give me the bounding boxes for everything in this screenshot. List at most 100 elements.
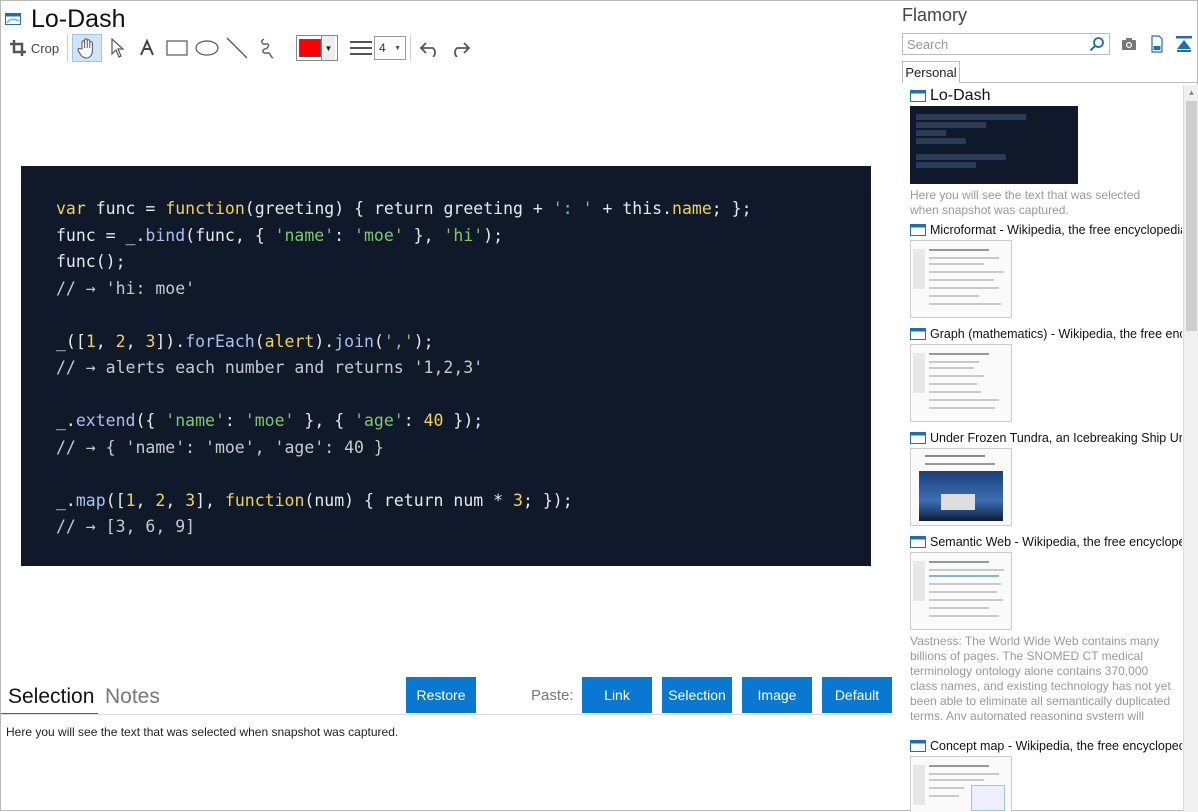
line-width-value: 4 bbox=[379, 41, 386, 55]
item-description: Vastness: The World Wide Web contains ma… bbox=[910, 634, 1171, 720]
item-header: Semantic Web - Wikipedia, the free encyc… bbox=[910, 534, 1182, 550]
code-token: 'moe' bbox=[244, 411, 295, 430]
code-line: // → [3, 6, 9] bbox=[56, 514, 871, 541]
list-item[interactable]: Microformat - Wikipedia, the free encycl… bbox=[910, 222, 1182, 318]
tab-notes[interactable]: Notes bbox=[105, 685, 160, 709]
code-token: (func, { bbox=[185, 225, 275, 245]
line-width-select[interactable]: 4 ▼ bbox=[374, 36, 406, 60]
code-token: func(); bbox=[56, 252, 126, 271]
code-token: 'age' bbox=[354, 411, 404, 430]
select-tool-button[interactable] bbox=[102, 34, 132, 62]
paste-image-button[interactable]: Image bbox=[742, 677, 812, 713]
selected-text-content[interactable]: Here you will see the text that was sele… bbox=[6, 725, 398, 739]
code-line: func(); bbox=[56, 249, 871, 276]
scroll-thumb[interactable] bbox=[1186, 101, 1197, 331]
list-item[interactable]: Semantic Web - Wikipedia, the free encyc… bbox=[910, 534, 1182, 720]
snapshot-icon bbox=[910, 432, 926, 444]
rectangle-icon bbox=[166, 40, 188, 56]
code-token: ( bbox=[373, 331, 384, 351]
snapshot-list: Lo-Dash Here you will see the text that … bbox=[898, 85, 1183, 812]
search-input[interactable]: Search bbox=[902, 33, 1110, 55]
sidebar-title: Flamory bbox=[902, 5, 968, 25]
undo-icon bbox=[419, 42, 436, 57]
rectangle-tool-button[interactable] bbox=[162, 34, 192, 62]
item-title: Microformat - Wikipedia, the free encycl… bbox=[930, 223, 1182, 237]
code-line: _([1, 2, 3]).forEach(alert).join(','); bbox=[56, 329, 871, 356]
code-token: var bbox=[56, 199, 96, 218]
code-token: 'hi' bbox=[443, 225, 484, 245]
sidebar-scrollbar[interactable]: ▲ bbox=[1183, 85, 1198, 812]
line-width-icon bbox=[350, 41, 372, 55]
code-token: 3 bbox=[185, 490, 196, 510]
code-token: ([ bbox=[105, 490, 126, 510]
code-token: 'moe' bbox=[354, 225, 404, 245]
code-token: 3 bbox=[513, 490, 523, 510]
code-token: , bbox=[95, 331, 116, 351]
divider bbox=[960, 82, 1198, 83]
ellipse-tool-button[interactable] bbox=[192, 34, 222, 62]
scroll-up-icon[interactable]: ▲ bbox=[1184, 85, 1198, 100]
document-icon[interactable] bbox=[1148, 35, 1166, 53]
freehand-tool-button[interactable] bbox=[252, 34, 282, 62]
code-line: // → alerts each number and returns '1,2… bbox=[56, 355, 871, 382]
code-token: = bbox=[135, 199, 166, 218]
tab-personal[interactable]: Personal bbox=[902, 61, 960, 83]
code-token: // → alerts each number and returns '1,2… bbox=[56, 358, 484, 377]
redo-button[interactable] bbox=[445, 34, 475, 62]
toolbar-divider bbox=[410, 35, 411, 61]
code-token: ); bbox=[413, 331, 434, 351]
text-tool-button[interactable] bbox=[132, 34, 162, 62]
code-token: return bbox=[373, 199, 434, 218]
restore-button[interactable]: Restore bbox=[406, 677, 476, 713]
code-token: name bbox=[672, 199, 712, 218]
code-token: 'name' bbox=[274, 225, 335, 245]
redo-icon bbox=[454, 42, 471, 57]
search-icon[interactable] bbox=[1089, 36, 1105, 52]
annotation-toolbar: Crop ▼ 4 ▼ bbox=[5, 34, 475, 62]
snapshot-icon bbox=[910, 740, 926, 752]
camera-icon[interactable] bbox=[1120, 35, 1138, 53]
code-token: : bbox=[224, 411, 245, 430]
hand-tool-button[interactable] bbox=[72, 34, 102, 62]
color-picker[interactable]: ▼ bbox=[296, 35, 338, 61]
list-item[interactable]: Concept map - Wikipedia, the free encycl… bbox=[910, 738, 1182, 812]
code-token: }, bbox=[403, 225, 444, 245]
code-token: _. bbox=[56, 490, 76, 510]
list-item[interactable]: Lo-Dash Here you will see the text that … bbox=[910, 87, 1182, 218]
collapse-icon[interactable] bbox=[1175, 35, 1193, 53]
code-token: func = _. bbox=[56, 225, 146, 245]
item-title: Under Frozen Tundra, an Icebreaking Ship… bbox=[930, 431, 1182, 445]
code-line: func = _.bind(func, { 'name': 'moe' }, '… bbox=[56, 223, 871, 250]
code-token: bind bbox=[145, 225, 186, 245]
code-token: function bbox=[165, 199, 245, 218]
code-token: 2 bbox=[155, 490, 166, 510]
paste-link-button[interactable]: Link bbox=[582, 677, 652, 713]
line-width-button[interactable] bbox=[348, 34, 374, 62]
code-token: ': ' bbox=[552, 199, 593, 218]
code-token: : bbox=[403, 411, 424, 430]
undo-button[interactable] bbox=[415, 34, 445, 62]
item-thumbnail bbox=[910, 106, 1078, 184]
paste-default-button[interactable]: Default bbox=[822, 677, 892, 713]
tab-selection[interactable]: Selection bbox=[8, 685, 94, 709]
code-token: // → [3, 6, 9] bbox=[56, 517, 196, 536]
code-snapshot: var func = function(greeting) { return g… bbox=[21, 166, 871, 566]
line-tool-button[interactable] bbox=[222, 34, 252, 62]
code-line: _.map([1, 2, 3], function(num) { return … bbox=[56, 488, 871, 515]
list-item[interactable]: Under Frozen Tundra, an Icebreaking Ship… bbox=[910, 430, 1182, 526]
item-title: Lo-Dash bbox=[930, 87, 991, 104]
paste-selection-button[interactable]: Selection bbox=[662, 677, 732, 713]
snapshot-icon bbox=[5, 13, 21, 25]
crop-button[interactable]: Crop bbox=[5, 34, 63, 62]
text-icon bbox=[140, 39, 154, 56]
code-token: : bbox=[334, 225, 355, 245]
snapshot-pane: Lo-Dash Crop ▼ 4 ▼ var func = function(g… bbox=[1, 1, 898, 812]
code-token: ; }); bbox=[522, 490, 573, 510]
item-title: Semantic Web - Wikipedia, the free encyc… bbox=[930, 535, 1182, 549]
list-item[interactable]: Graph (mathematics) - Wikipedia, the fre… bbox=[910, 326, 1182, 422]
code-token: // → { 'name': 'moe', 'age': 40 } bbox=[56, 437, 384, 457]
paste-label: Paste: bbox=[531, 687, 574, 704]
ellipse-icon bbox=[195, 40, 219, 56]
